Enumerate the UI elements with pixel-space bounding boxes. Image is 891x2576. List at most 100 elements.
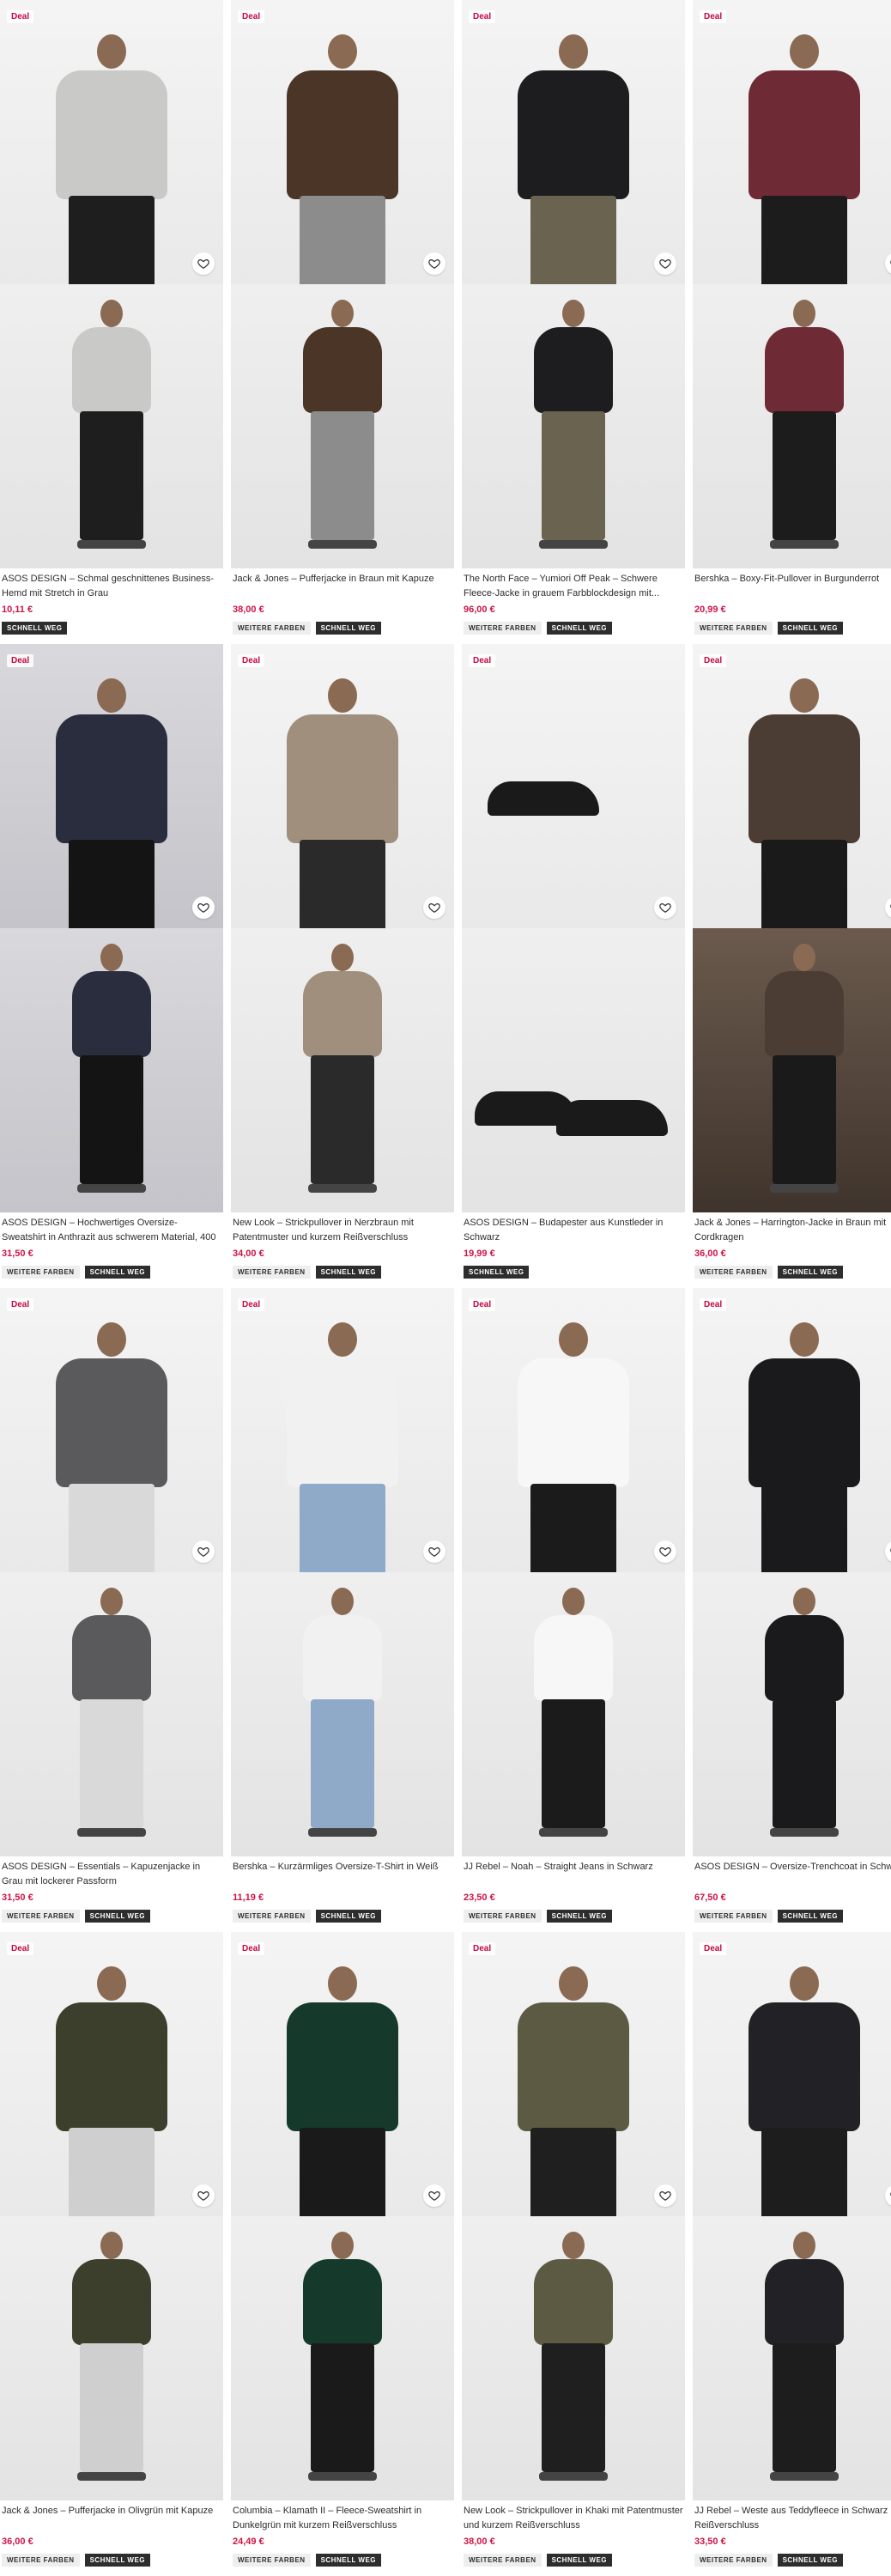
product-title[interactable]: JJ Rebel – Noah – Straight Jeans in Schw… (464, 1860, 683, 1889)
product-title[interactable]: Jack & Jones – Pufferjacke in Olivgrün m… (2, 2504, 221, 2533)
product-media[interactable]: Deal (231, 1288, 454, 1856)
product-image-primary[interactable] (231, 0, 454, 284)
product-image-primary[interactable] (693, 1932, 891, 2216)
product-media[interactable]: Deal (693, 0, 891, 568)
product-image-primary[interactable] (462, 1288, 685, 1572)
product-image-secondary[interactable] (231, 284, 454, 568)
save-for-later-heart-icon[interactable] (192, 1540, 215, 1563)
save-for-later-heart-icon[interactable] (654, 896, 676, 919)
product-media[interactable]: Deal (231, 1932, 454, 2500)
product-image-primary[interactable] (231, 1932, 454, 2216)
product-image-secondary[interactable] (462, 284, 685, 568)
product-image-primary[interactable] (0, 1288, 223, 1572)
product-image-secondary[interactable] (462, 1572, 685, 1856)
product-title[interactable]: ASOS DESIGN – Budapester aus Kunstleder … (464, 1216, 683, 1245)
product-image-secondary[interactable] (231, 1572, 454, 1856)
product-card[interactable]: Deal ASOS DESIGN – Hochwertiges Oversize-… (0, 644, 223, 1288)
product-image-secondary[interactable] (693, 1572, 891, 1856)
product-price: 11,19 € (233, 1893, 264, 1903)
product-title[interactable]: ASOS DESIGN – Oversize-Trenchcoat in Sch… (694, 1860, 891, 1889)
product-card[interactable]: Deal Jack & Jones – Pufferjacke in Olivgr… (0, 1932, 223, 2576)
product-media[interactable]: Deal (231, 0, 454, 568)
save-for-later-heart-icon[interactable] (423, 252, 446, 275)
product-image-secondary[interactable] (0, 928, 223, 1212)
product-title[interactable]: New Look – Strickpullover in Khaki mit P… (464, 2504, 683, 2533)
product-card[interactable]: Deal JJ Rebel – Noah – Straight Jeans in … (462, 1288, 685, 1932)
product-image-primary[interactable] (693, 1288, 891, 1572)
product-image-primary[interactable] (462, 644, 685, 928)
product-price: 31,50 € (2, 1893, 33, 1903)
product-image-primary[interactable] (231, 644, 454, 928)
product-image-secondary[interactable] (0, 284, 223, 568)
product-card[interactable]: Deal Columbia – Klamath II – Fleece-Sweat… (231, 1932, 454, 2576)
save-for-later-heart-icon[interactable] (192, 252, 215, 275)
save-for-later-heart-icon[interactable] (654, 252, 676, 275)
product-title[interactable]: Jack & Jones – Pufferjacke in Braun mit … (233, 572, 452, 601)
product-image-primary[interactable] (693, 644, 891, 928)
deal-badge: Deal (7, 1942, 34, 1955)
product-media[interactable]: Deal (0, 1288, 223, 1856)
save-for-later-heart-icon[interactable] (654, 1540, 676, 1563)
save-for-later-heart-icon[interactable] (423, 1540, 446, 1563)
product-card[interactable]: Deal ASOS DESIGN – Budapester aus Kunstle… (462, 644, 685, 1288)
product-media[interactable]: Deal (693, 644, 891, 1212)
more-colors-tag: WEITERE FARBEN (464, 1910, 542, 1923)
product-card[interactable]: Deal ASOS DESIGN – Oversize-Trenchcoat in… (693, 1288, 891, 1932)
product-image-secondary[interactable] (693, 928, 891, 1212)
product-media[interactable]: Deal (231, 644, 454, 1212)
product-card[interactable]: Deal New Look – Strickpullover in Khaki m… (462, 1932, 685, 2576)
product-title[interactable]: JJ Rebel – Weste aus Teddyfleece in Schw… (694, 2504, 891, 2533)
product-media[interactable]: Deal (693, 1932, 891, 2500)
product-image-primary[interactable] (462, 0, 685, 284)
product-card[interactable]: Deal Jack & Jones – Pufferjacke in Braun … (231, 0, 454, 644)
product-card[interactable]: Deal JJ Rebel – Weste aus Teddyfleece in … (693, 1932, 891, 2576)
product-media[interactable]: Deal (0, 0, 223, 568)
product-title[interactable]: Bershka – Boxy-Fit-Pullover in Burgunder… (694, 572, 891, 601)
product-media[interactable]: Deal (693, 1288, 891, 1856)
product-card[interactable]: Deal The North Face – Yumiori Off Peak – … (462, 0, 685, 644)
product-title[interactable]: ASOS DESIGN – Schmal geschnittenes Busin… (2, 572, 221, 601)
product-card[interactable]: Deal Bershka – Kurzärmliges Oversize-T-Sh… (231, 1288, 454, 1932)
deal-badge: Deal (469, 10, 496, 23)
more-colors-tag: WEITERE FARBEN (694, 1910, 773, 1923)
product-image-secondary[interactable] (462, 928, 685, 1212)
save-for-later-heart-icon[interactable] (423, 2184, 446, 2207)
product-image-secondary[interactable] (231, 2216, 454, 2500)
deal-badge: Deal (700, 1298, 727, 1311)
product-title[interactable]: ASOS DESIGN – Essentials – Kapuzenjacke … (2, 1860, 221, 1889)
product-image-primary[interactable] (0, 644, 223, 928)
product-image-primary[interactable] (231, 1288, 454, 1572)
save-for-later-heart-icon[interactable] (423, 896, 446, 919)
product-title[interactable]: ASOS DESIGN – Hochwertiges Oversize-Swea… (2, 1216, 221, 1245)
product-media[interactable]: Deal (0, 1932, 223, 2500)
product-image-primary[interactable] (0, 0, 223, 284)
product-image-secondary[interactable] (231, 928, 454, 1212)
product-image-primary[interactable] (462, 1932, 685, 2216)
product-image-primary[interactable] (693, 0, 891, 284)
product-title[interactable]: New Look – Strickpullover in Nerzbraun m… (233, 1216, 452, 1245)
product-title[interactable]: Columbia – Klamath II – Fleece-Sweatshir… (233, 2504, 452, 2533)
product-image-primary[interactable] (0, 1932, 223, 2216)
product-media[interactable]: Deal (462, 0, 685, 568)
product-media[interactable]: Deal (462, 1288, 685, 1856)
save-for-later-heart-icon[interactable] (192, 2184, 215, 2207)
product-image-secondary[interactable] (693, 2216, 891, 2500)
product-title[interactable]: The North Face – Yumiori Off Peak – Schw… (464, 572, 683, 601)
product-image-secondary[interactable] (0, 1572, 223, 1856)
product-card[interactable]: Deal Bershka – Boxy-Fit-Pullover in Burgu… (693, 0, 891, 644)
product-media[interactable]: Deal (0, 644, 223, 1212)
product-title[interactable]: Bershka – Kurzärmliges Oversize-T-Shirt … (233, 1860, 452, 1889)
product-image-secondary[interactable] (0, 2216, 223, 2500)
product-title[interactable]: Jack & Jones – Harrington-Jacke in Braun… (694, 1216, 891, 1245)
product-image-secondary[interactable] (462, 2216, 685, 2500)
save-for-later-heart-icon[interactable] (192, 896, 215, 919)
product-card[interactable]: Deal Jack & Jones – Harrington-Jacke in B… (693, 644, 891, 1288)
product-card[interactable]: Deal ASOS DESIGN – Essentials – Kapuzenja… (0, 1288, 223, 1932)
product-media[interactable]: Deal (462, 644, 685, 1212)
product-image-secondary[interactable] (693, 284, 891, 568)
product-price: 31,50 € (2, 1249, 33, 1259)
product-media[interactable]: Deal (462, 1932, 685, 2500)
product-card[interactable]: Deal ASOS DESIGN – Schmal geschnittenes B… (0, 0, 223, 644)
product-card[interactable]: Deal New Look – Strickpullover in Nerzbra… (231, 644, 454, 1288)
save-for-later-heart-icon[interactable] (654, 2184, 676, 2207)
